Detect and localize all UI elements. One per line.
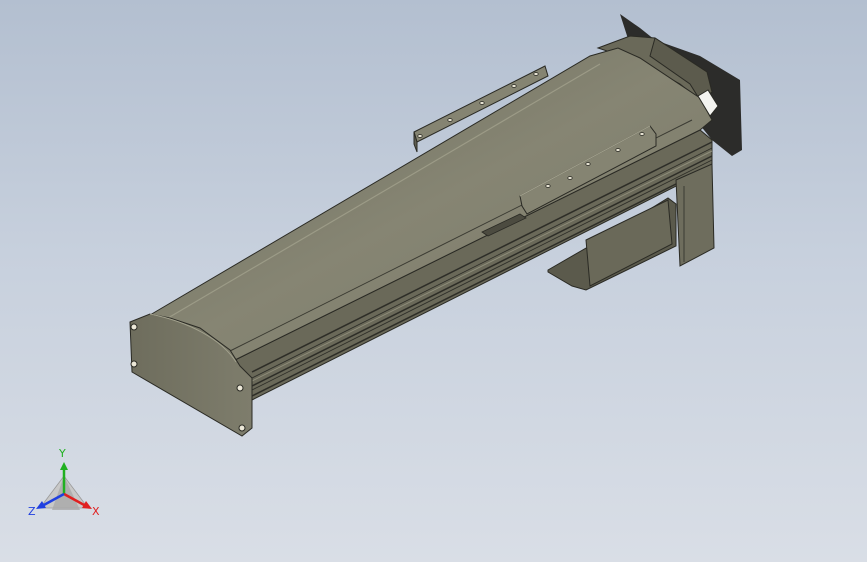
coupling-bracket: [675, 163, 715, 267]
y-axis-arrow: [60, 462, 68, 470]
y-axis-label: Y: [59, 447, 66, 460]
linear-actuator-model[interactable]: [0, 0, 867, 562]
view-orientation-triad[interactable]: Y X Z: [22, 448, 106, 524]
x-axis-label: X: [92, 505, 100, 518]
graphics-viewport[interactable]: Y X Z: [0, 0, 867, 562]
z-axis-label: Z: [28, 505, 36, 518]
